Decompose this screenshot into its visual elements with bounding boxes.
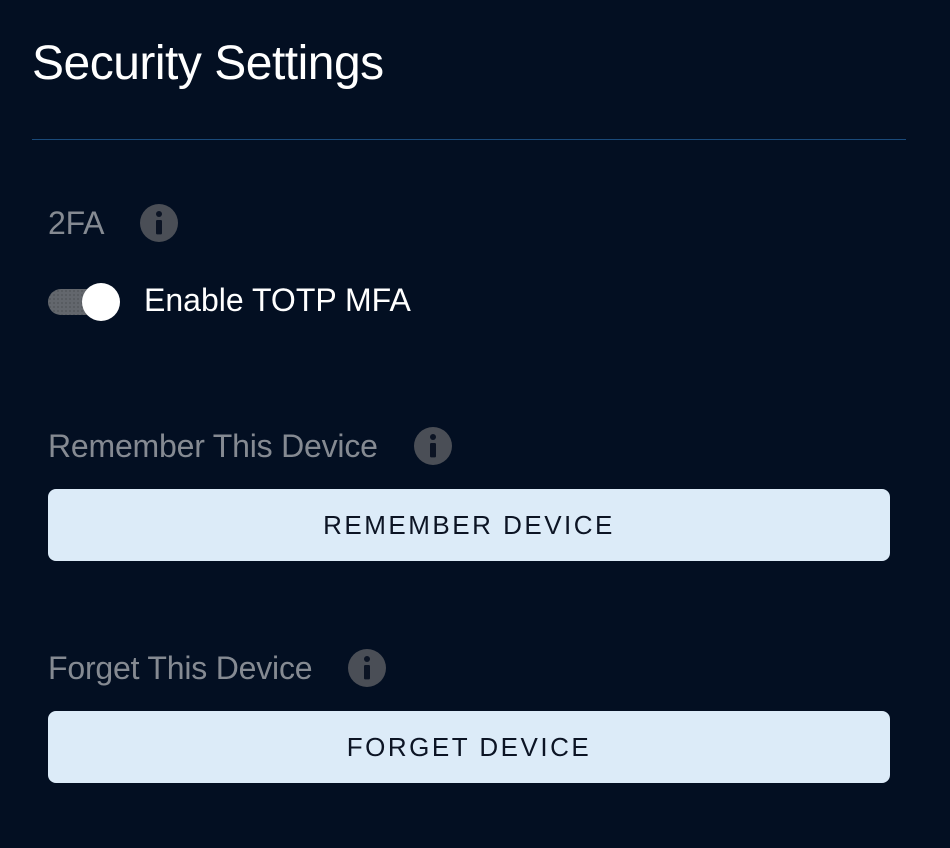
remember-button-row: REMEMBER DEVICE [48,489,918,561]
section-2fa-label: 2FA [48,205,104,242]
section-forget-device: Forget This Device FORGET DEVICE [32,649,918,783]
info-glyph [427,434,439,458]
remember-device-button[interactable]: REMEMBER DEVICE [48,489,890,561]
section-2fa: 2FA Enable TOTP MFA [32,204,918,319]
toggle-enable-totp-row: Enable TOTP MFA [48,282,918,319]
switch-thumb [82,283,120,321]
toggle-enable-totp-label: Enable TOTP MFA [144,282,411,319]
info-glyph [361,656,373,680]
toggle-enable-totp[interactable] [48,283,120,319]
section-2fa-header: 2FA [48,204,918,242]
section-forget-label: Forget This Device [48,650,312,687]
section-remember-device: Remember This Device REMEMBER DEVICE [32,427,918,561]
section-forget-header: Forget This Device [48,649,918,687]
section-remember-label: Remember This Device [48,428,378,465]
info-icon[interactable] [414,427,452,465]
page-title: Security Settings [32,36,918,91]
info-icon[interactable] [140,204,178,242]
security-settings-panel: Security Settings 2FA Enable TOTP MFA Re… [0,0,950,819]
info-icon[interactable] [348,649,386,687]
info-glyph [153,211,165,235]
divider [32,139,906,140]
forget-button-row: FORGET DEVICE [48,711,918,783]
forget-device-button[interactable]: FORGET DEVICE [48,711,890,783]
section-remember-header: Remember This Device [48,427,918,465]
